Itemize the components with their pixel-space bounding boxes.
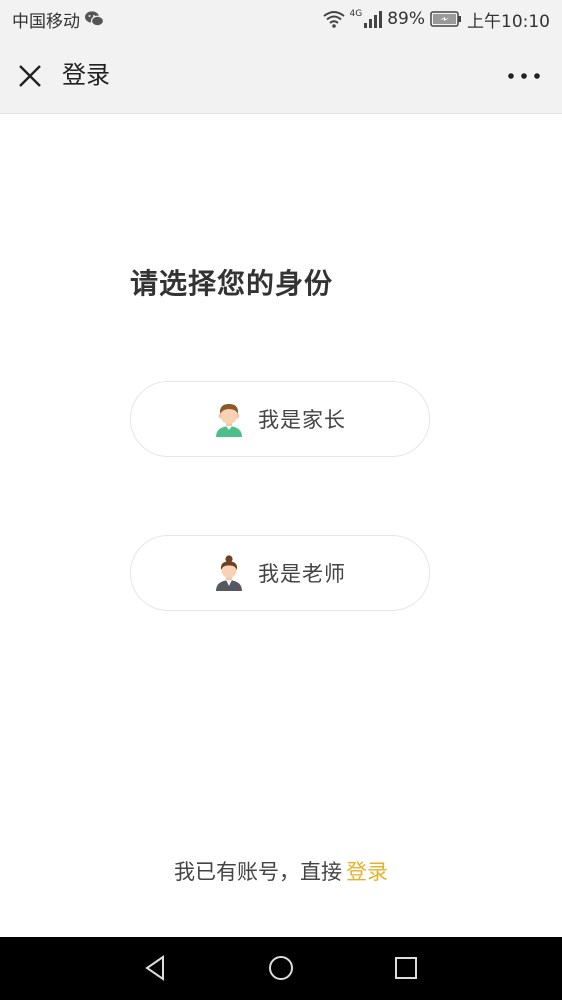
more-button[interactable] bbox=[506, 62, 542, 90]
status-bar: 中国移动 4G 89% 上午10:10 bbox=[0, 0, 562, 38]
login-link[interactable]: 登录 bbox=[346, 860, 388, 884]
back-button[interactable] bbox=[141, 953, 171, 983]
battery-charging-icon bbox=[430, 11, 462, 27]
more-icon bbox=[508, 73, 540, 79]
wifi-icon bbox=[322, 10, 345, 28]
parent-role-button[interactable]: 我是家长 bbox=[130, 381, 430, 457]
identity-prompt: 请选择您的身份 bbox=[130, 267, 334, 300]
status-left: 中国移动 bbox=[12, 0, 104, 38]
system-nav-bar bbox=[0, 937, 562, 1000]
network-type: 4G bbox=[349, 9, 363, 19]
back-triangle-icon bbox=[145, 955, 164, 981]
teacher-avatar-icon bbox=[216, 555, 242, 591]
battery-percent: 89% bbox=[387, 9, 425, 29]
home-circle-icon bbox=[269, 956, 293, 980]
page-title: 登录 bbox=[62, 61, 110, 89]
status-right: 4G 89% 上午10:10 bbox=[322, 0, 550, 38]
clock-time: 上午10:10 bbox=[467, 11, 550, 32]
close-button[interactable] bbox=[14, 60, 46, 92]
app-header: 登录 bbox=[0, 38, 562, 114]
recent-apps-button[interactable] bbox=[391, 953, 421, 983]
teacher-role-button[interactable]: 我是老师 bbox=[130, 535, 430, 611]
recent-square-icon bbox=[395, 957, 417, 979]
existing-account-text: 我已有账号，直接 bbox=[174, 860, 342, 884]
teacher-role-label: 我是老师 bbox=[258, 562, 346, 586]
wechat-icon bbox=[84, 10, 104, 28]
signal-icon bbox=[364, 10, 383, 28]
home-button[interactable] bbox=[266, 953, 296, 983]
parent-avatar-icon bbox=[216, 404, 242, 437]
close-icon bbox=[19, 65, 41, 87]
parent-role-label: 我是家长 bbox=[258, 408, 346, 432]
existing-account-line: 我已有账号，直接 登录 bbox=[0, 856, 562, 886]
carrier-label: 中国移动 bbox=[12, 11, 80, 32]
